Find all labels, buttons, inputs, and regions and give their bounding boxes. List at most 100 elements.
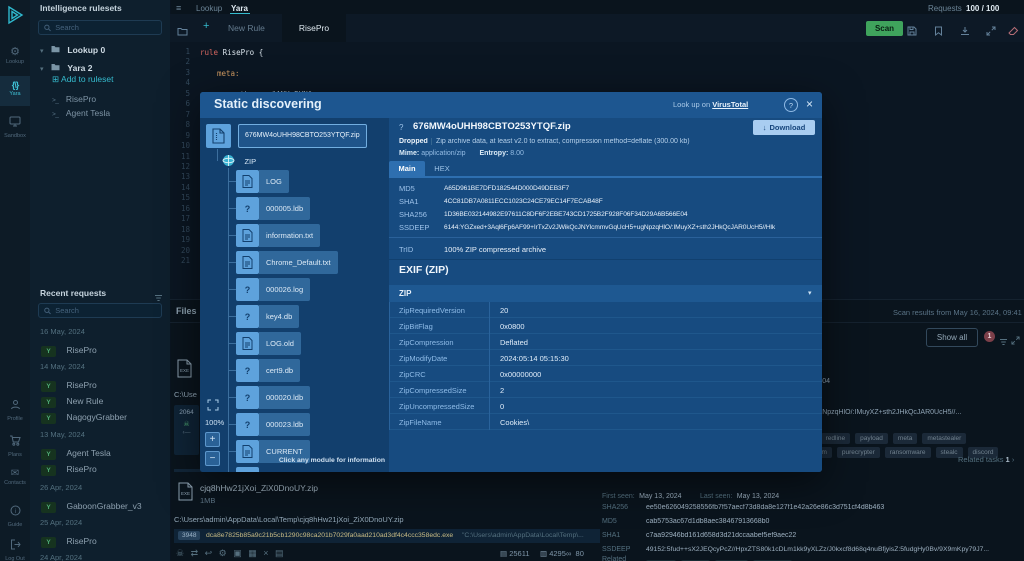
sidebar-item-profile[interactable]: Profile bbox=[0, 397, 30, 422]
hash-value: c7aa92946bd161d658d3d21dccaabef5ef9aec22 bbox=[646, 532, 1024, 539]
exif-group-row[interactable]: ZIP ▾ bbox=[389, 285, 822, 302]
hash-label: SHA1 bbox=[399, 197, 419, 206]
sidebar-item-guide[interactable]: i Guide bbox=[0, 503, 30, 528]
process-row[interactable]: 3948 dca8e7825b85a9c21b5cb1290c98ca201b7… bbox=[174, 529, 600, 543]
tag[interactable]: ransomware bbox=[885, 447, 931, 458]
tree-node[interactable]: LOG bbox=[236, 170, 289, 193]
process-card[interactable]: 2064 ☠ ‹— bbox=[174, 405, 199, 455]
folder-row-lookup[interactable]: ▾ Lookup 0 bbox=[40, 40, 105, 58]
show-all-button[interactable]: Show all bbox=[926, 328, 978, 347]
stat-windows: ▥ 4295 bbox=[540, 549, 566, 558]
download-icon[interactable] bbox=[960, 23, 970, 41]
rulesets-search[interactable] bbox=[38, 20, 162, 35]
tree-node[interactable]: ? 000020.ldb bbox=[236, 386, 310, 409]
hash-label: SSDEEP bbox=[399, 223, 429, 232]
help-icon[interactable]: ? bbox=[784, 98, 798, 112]
tree-node-partial[interactable] bbox=[236, 467, 259, 472]
virustotal-link[interactable]: Look up on VirusTotal bbox=[673, 100, 748, 109]
bookmark-icon[interactable] bbox=[934, 23, 943, 41]
cart-icon bbox=[0, 433, 30, 451]
tab-risepro[interactable]: RisePro bbox=[282, 14, 346, 42]
svg-text:EXE: EXE bbox=[180, 368, 189, 373]
sidebar-item-sandbox[interactable]: Sandbox bbox=[0, 114, 30, 140]
info-icon: i bbox=[0, 503, 30, 521]
tree-node[interactable]: Chrome_Default.txt bbox=[236, 251, 338, 274]
tab-underline bbox=[389, 176, 822, 178]
anyrun-logo-icon[interactable] bbox=[4, 4, 26, 31]
recent-search[interactable] bbox=[38, 303, 162, 318]
dropped-file-name[interactable]: cjq8hHw21jXoi_ZiX0DnoUY.zip bbox=[200, 483, 318, 493]
tab-new-rule[interactable]: New Rule bbox=[228, 23, 265, 33]
recent-item[interactable]: Y RisePro bbox=[41, 459, 97, 477]
close-icon[interactable]: × bbox=[806, 98, 813, 110]
recent-item[interactable]: Y GaboonGrabber_v3 bbox=[41, 496, 142, 514]
save-icon[interactable] bbox=[907, 23, 917, 41]
chevron-down-icon: ▾ bbox=[808, 289, 812, 297]
expand-icon[interactable] bbox=[1011, 332, 1020, 350]
tree-root-label: 676MW4oUHH98CBTO253YTQF.zip bbox=[238, 124, 367, 148]
file-actions-toolbar[interactable]: ☠ ⇄ ↩ ⚙ ▣ ▦ × ▤ bbox=[176, 548, 286, 559]
filter-icon[interactable] bbox=[999, 333, 1008, 351]
person-icon bbox=[0, 397, 30, 415]
tree-node[interactable]: ? 000023.ldb bbox=[236, 413, 310, 436]
svg-text:EXE: EXE bbox=[181, 491, 190, 496]
zip-sphere-icon bbox=[222, 154, 235, 167]
hash-value: 4CC81DB7A0811ECC1023C24CE79EC14F7ECAB48F bbox=[444, 198, 818, 205]
sidebar-item-yara[interactable]: {\} Yara bbox=[0, 76, 30, 106]
exif-row: ZipCompression Deflated bbox=[389, 334, 822, 350]
nav-tab-lookup[interactable]: Lookup bbox=[196, 4, 222, 13]
tab-hex[interactable]: HEX bbox=[425, 161, 459, 176]
related-tags: riseprostealerevasionexfiltration bbox=[646, 554, 1024, 561]
link-icon: ∞ bbox=[566, 549, 571, 558]
folder-icon bbox=[51, 63, 60, 71]
sidebar-item-lookup[interactable]: ⚙ Lookup bbox=[0, 46, 30, 72]
new-tab-plus-icon[interactable]: + bbox=[203, 20, 209, 32]
hash-value: 6144:YGZxed+3Aql6Fp6AF99+IrTxZv2JWikQcJN… bbox=[444, 224, 818, 231]
tree-node[interactable]: ? 000026.log bbox=[236, 278, 310, 301]
recent-item[interactable]: Y RisePro bbox=[41, 340, 97, 358]
open-folder-icon[interactable] bbox=[177, 23, 188, 41]
unknown-file-icon: ? bbox=[236, 305, 259, 328]
tree-node[interactable]: LOG.old bbox=[236, 332, 301, 355]
tree-node[interactable]: ? 000005.ldb bbox=[236, 197, 310, 220]
zoom-in-button[interactable]: + bbox=[205, 432, 220, 447]
yara-icon: {\} bbox=[0, 80, 30, 90]
dropped-file-path: C:\Users\admin\AppData\Local\Temp\cjq8hH… bbox=[174, 515, 594, 524]
trid-label: TrID bbox=[399, 245, 413, 254]
tree-tick bbox=[228, 208, 236, 209]
zoom-out-button[interactable]: − bbox=[205, 451, 220, 466]
tree-node[interactable]: ? key4.db bbox=[236, 305, 299, 328]
tab-main[interactable]: Main bbox=[389, 161, 425, 176]
rule-row-agent-tesla[interactable]: >_ Agent Tesla bbox=[52, 103, 110, 121]
sidebar-item-contacts[interactable]: ✉ Contacts bbox=[0, 468, 30, 486]
fit-screen-icon[interactable] bbox=[207, 398, 219, 416]
sidebar-item-plans[interactable]: Plans bbox=[0, 433, 30, 458]
sidebar-item-logout[interactable]: Log Out bbox=[0, 537, 30, 561]
exif-section-title: EXIF (ZIP) bbox=[399, 264, 449, 276]
recent-item[interactable]: Y NagogyGrabber bbox=[41, 407, 127, 425]
hamburger-icon[interactable]: ≡ bbox=[176, 3, 181, 13]
tree-root-node[interactable]: 676MW4oUHH98CBTO253YTQF.zip bbox=[206, 124, 367, 148]
pid-badge: 3948 bbox=[178, 531, 200, 540]
tree-node[interactable]: information.txt bbox=[236, 224, 320, 247]
tag[interactable]: purecrypter bbox=[837, 447, 880, 458]
recent-search-input[interactable] bbox=[55, 306, 156, 315]
add-to-ruleset-button[interactable]: ⊞ Add to ruleset bbox=[52, 74, 113, 85]
eraser-icon[interactable] bbox=[1008, 23, 1019, 41]
recent-date: 14 May, 2024 bbox=[40, 362, 85, 371]
download-arrow-icon: ↓ bbox=[763, 123, 767, 132]
expand-icon[interactable] bbox=[986, 23, 996, 41]
doc-file-icon bbox=[236, 467, 259, 472]
scan-button[interactable]: Scan bbox=[866, 21, 903, 36]
hash-label: MD5 bbox=[399, 184, 415, 193]
download-button[interactable]: ↓Download bbox=[753, 120, 815, 135]
related-tasks-link[interactable]: Related tasks 1 › bbox=[958, 455, 1014, 464]
trid-value: 100% ZIP compressed archive bbox=[444, 245, 546, 254]
rulesets-search-input[interactable] bbox=[55, 23, 156, 32]
nav-tab-yara[interactable]: Yara bbox=[231, 4, 248, 13]
verdict-unknown-icon: ? bbox=[399, 123, 403, 132]
recent-item[interactable]: Y RisePro bbox=[41, 531, 97, 549]
search-icon bbox=[44, 307, 51, 315]
tree-node[interactable]: ? cert9.db bbox=[236, 359, 300, 382]
tree-tick bbox=[228, 181, 236, 182]
